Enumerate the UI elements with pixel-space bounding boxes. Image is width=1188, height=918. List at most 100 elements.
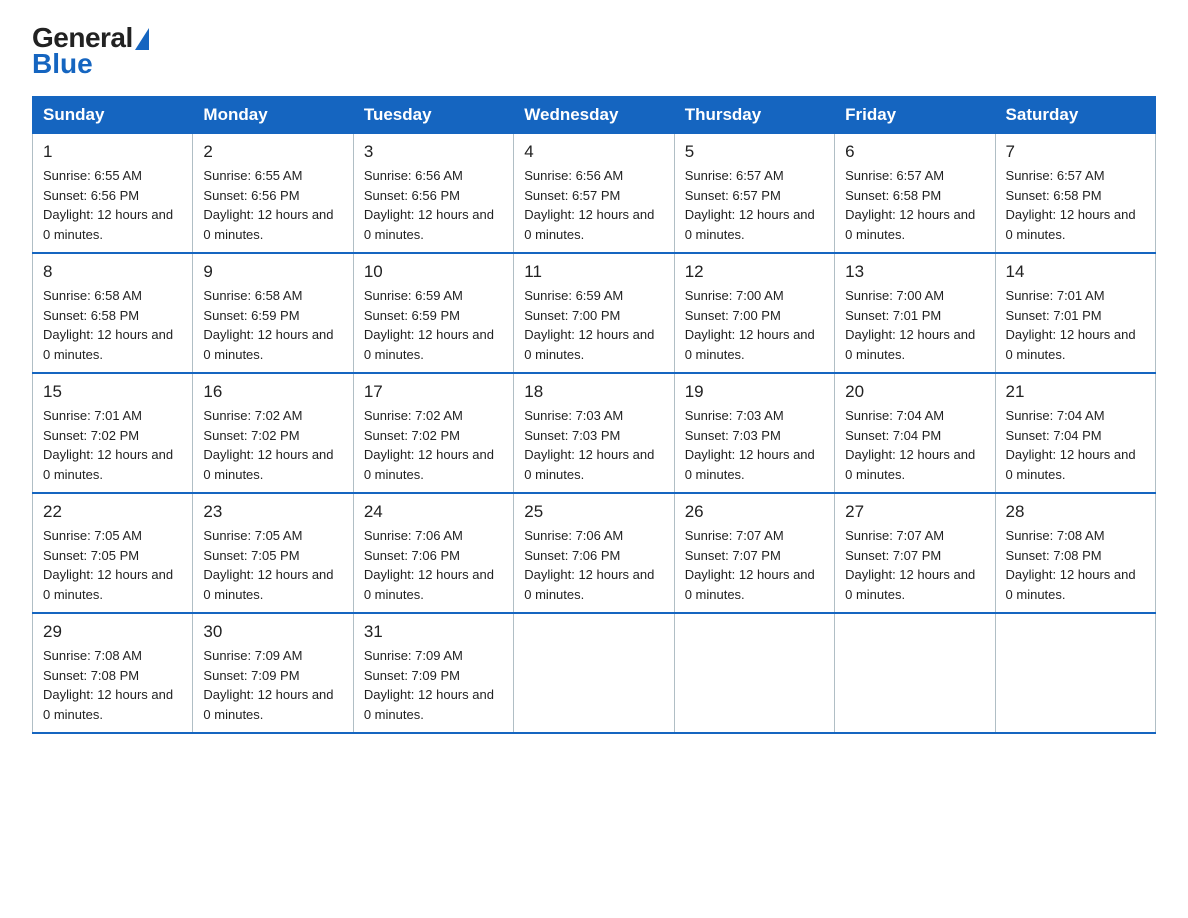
- calendar-cell: 18 Sunrise: 7:03 AM Sunset: 7:03 PM Dayl…: [514, 373, 674, 493]
- header-saturday: Saturday: [995, 97, 1155, 134]
- day-number: 9: [203, 262, 342, 282]
- calendar-cell: 24 Sunrise: 7:06 AM Sunset: 7:06 PM Dayl…: [353, 493, 513, 613]
- day-info: Sunrise: 7:04 AM Sunset: 7:04 PM Dayligh…: [845, 406, 984, 484]
- day-number: 15: [43, 382, 182, 402]
- calendar-cell: 22 Sunrise: 7:05 AM Sunset: 7:05 PM Dayl…: [33, 493, 193, 613]
- day-number: 5: [685, 142, 824, 162]
- calendar-cell: 21 Sunrise: 7:04 AM Sunset: 7:04 PM Dayl…: [995, 373, 1155, 493]
- calendar-cell: 7 Sunrise: 6:57 AM Sunset: 6:58 PM Dayli…: [995, 134, 1155, 254]
- calendar-week-row: 22 Sunrise: 7:05 AM Sunset: 7:05 PM Dayl…: [33, 493, 1156, 613]
- calendar-week-row: 1 Sunrise: 6:55 AM Sunset: 6:56 PM Dayli…: [33, 134, 1156, 254]
- day-number: 31: [364, 622, 503, 642]
- day-number: 20: [845, 382, 984, 402]
- logo-triangle-icon: [135, 28, 149, 50]
- day-info: Sunrise: 7:03 AM Sunset: 7:03 PM Dayligh…: [524, 406, 663, 484]
- day-info: Sunrise: 7:00 AM Sunset: 7:00 PM Dayligh…: [685, 286, 824, 364]
- day-number: 28: [1006, 502, 1145, 522]
- calendar-cell: 23 Sunrise: 7:05 AM Sunset: 7:05 PM Dayl…: [193, 493, 353, 613]
- header-wednesday: Wednesday: [514, 97, 674, 134]
- calendar-cell: 28 Sunrise: 7:08 AM Sunset: 7:08 PM Dayl…: [995, 493, 1155, 613]
- day-info: Sunrise: 6:57 AM Sunset: 6:58 PM Dayligh…: [845, 166, 984, 244]
- day-info: Sunrise: 6:57 AM Sunset: 6:57 PM Dayligh…: [685, 166, 824, 244]
- day-number: 2: [203, 142, 342, 162]
- calendar-cell: 9 Sunrise: 6:58 AM Sunset: 6:59 PM Dayli…: [193, 253, 353, 373]
- calendar-cell: 12 Sunrise: 7:00 AM Sunset: 7:00 PM Dayl…: [674, 253, 834, 373]
- calendar-cell: 2 Sunrise: 6:55 AM Sunset: 6:56 PM Dayli…: [193, 134, 353, 254]
- day-info: Sunrise: 7:09 AM Sunset: 7:09 PM Dayligh…: [203, 646, 342, 724]
- logo-blue-text: Blue: [32, 50, 149, 78]
- calendar-cell: 4 Sunrise: 6:56 AM Sunset: 6:57 PM Dayli…: [514, 134, 674, 254]
- day-number: 16: [203, 382, 342, 402]
- calendar-cell: 16 Sunrise: 7:02 AM Sunset: 7:02 PM Dayl…: [193, 373, 353, 493]
- day-number: 29: [43, 622, 182, 642]
- day-info: Sunrise: 7:07 AM Sunset: 7:07 PM Dayligh…: [685, 526, 824, 604]
- calendar-week-row: 29 Sunrise: 7:08 AM Sunset: 7:08 PM Dayl…: [33, 613, 1156, 733]
- calendar-cell: [835, 613, 995, 733]
- day-number: 30: [203, 622, 342, 642]
- day-info: Sunrise: 7:08 AM Sunset: 7:08 PM Dayligh…: [1006, 526, 1145, 604]
- day-info: Sunrise: 6:56 AM Sunset: 6:56 PM Dayligh…: [364, 166, 503, 244]
- day-number: 24: [364, 502, 503, 522]
- day-number: 1: [43, 142, 182, 162]
- day-number: 25: [524, 502, 663, 522]
- day-number: 6: [845, 142, 984, 162]
- calendar-cell: [514, 613, 674, 733]
- calendar-cell: 27 Sunrise: 7:07 AM Sunset: 7:07 PM Dayl…: [835, 493, 995, 613]
- calendar-cell: 5 Sunrise: 6:57 AM Sunset: 6:57 PM Dayli…: [674, 134, 834, 254]
- day-info: Sunrise: 7:02 AM Sunset: 7:02 PM Dayligh…: [203, 406, 342, 484]
- calendar-cell: 15 Sunrise: 7:01 AM Sunset: 7:02 PM Dayl…: [33, 373, 193, 493]
- day-number: 26: [685, 502, 824, 522]
- day-info: Sunrise: 7:05 AM Sunset: 7:05 PM Dayligh…: [203, 526, 342, 604]
- logo: General Blue: [32, 24, 149, 78]
- day-info: Sunrise: 7:08 AM Sunset: 7:08 PM Dayligh…: [43, 646, 182, 724]
- header-monday: Monday: [193, 97, 353, 134]
- day-number: 12: [685, 262, 824, 282]
- day-info: Sunrise: 6:55 AM Sunset: 6:56 PM Dayligh…: [203, 166, 342, 244]
- day-number: 19: [685, 382, 824, 402]
- day-number: 11: [524, 262, 663, 282]
- calendar-cell: 26 Sunrise: 7:07 AM Sunset: 7:07 PM Dayl…: [674, 493, 834, 613]
- calendar-cell: 13 Sunrise: 7:00 AM Sunset: 7:01 PM Dayl…: [835, 253, 995, 373]
- day-number: 27: [845, 502, 984, 522]
- day-info: Sunrise: 6:57 AM Sunset: 6:58 PM Dayligh…: [1006, 166, 1145, 244]
- day-info: Sunrise: 7:04 AM Sunset: 7:04 PM Dayligh…: [1006, 406, 1145, 484]
- calendar-cell: 30 Sunrise: 7:09 AM Sunset: 7:09 PM Dayl…: [193, 613, 353, 733]
- calendar-cell: [674, 613, 834, 733]
- calendar-cell: 20 Sunrise: 7:04 AM Sunset: 7:04 PM Dayl…: [835, 373, 995, 493]
- day-info: Sunrise: 7:01 AM Sunset: 7:01 PM Dayligh…: [1006, 286, 1145, 364]
- day-number: 21: [1006, 382, 1145, 402]
- calendar-table: SundayMondayTuesdayWednesdayThursdayFrid…: [32, 96, 1156, 734]
- page-header: General Blue: [32, 24, 1156, 78]
- day-number: 22: [43, 502, 182, 522]
- day-number: 23: [203, 502, 342, 522]
- day-info: Sunrise: 6:55 AM Sunset: 6:56 PM Dayligh…: [43, 166, 182, 244]
- header-friday: Friday: [835, 97, 995, 134]
- calendar-week-row: 15 Sunrise: 7:01 AM Sunset: 7:02 PM Dayl…: [33, 373, 1156, 493]
- day-info: Sunrise: 6:59 AM Sunset: 6:59 PM Dayligh…: [364, 286, 503, 364]
- calendar-cell: 31 Sunrise: 7:09 AM Sunset: 7:09 PM Dayl…: [353, 613, 513, 733]
- day-info: Sunrise: 7:01 AM Sunset: 7:02 PM Dayligh…: [43, 406, 182, 484]
- calendar-cell: 11 Sunrise: 6:59 AM Sunset: 7:00 PM Dayl…: [514, 253, 674, 373]
- calendar-cell: 3 Sunrise: 6:56 AM Sunset: 6:56 PM Dayli…: [353, 134, 513, 254]
- day-info: Sunrise: 7:02 AM Sunset: 7:02 PM Dayligh…: [364, 406, 503, 484]
- calendar-cell: 14 Sunrise: 7:01 AM Sunset: 7:01 PM Dayl…: [995, 253, 1155, 373]
- day-number: 18: [524, 382, 663, 402]
- day-number: 8: [43, 262, 182, 282]
- calendar-cell: 19 Sunrise: 7:03 AM Sunset: 7:03 PM Dayl…: [674, 373, 834, 493]
- day-info: Sunrise: 7:05 AM Sunset: 7:05 PM Dayligh…: [43, 526, 182, 604]
- day-info: Sunrise: 7:03 AM Sunset: 7:03 PM Dayligh…: [685, 406, 824, 484]
- day-number: 4: [524, 142, 663, 162]
- calendar-week-row: 8 Sunrise: 6:58 AM Sunset: 6:58 PM Dayli…: [33, 253, 1156, 373]
- day-number: 10: [364, 262, 503, 282]
- day-info: Sunrise: 7:06 AM Sunset: 7:06 PM Dayligh…: [364, 526, 503, 604]
- day-number: 14: [1006, 262, 1145, 282]
- calendar-cell: 8 Sunrise: 6:58 AM Sunset: 6:58 PM Dayli…: [33, 253, 193, 373]
- calendar-cell: 17 Sunrise: 7:02 AM Sunset: 7:02 PM Dayl…: [353, 373, 513, 493]
- day-info: Sunrise: 7:09 AM Sunset: 7:09 PM Dayligh…: [364, 646, 503, 724]
- calendar-header-row: SundayMondayTuesdayWednesdayThursdayFrid…: [33, 97, 1156, 134]
- day-info: Sunrise: 6:58 AM Sunset: 6:58 PM Dayligh…: [43, 286, 182, 364]
- header-sunday: Sunday: [33, 97, 193, 134]
- header-tuesday: Tuesday: [353, 97, 513, 134]
- day-number: 13: [845, 262, 984, 282]
- day-info: Sunrise: 7:07 AM Sunset: 7:07 PM Dayligh…: [845, 526, 984, 604]
